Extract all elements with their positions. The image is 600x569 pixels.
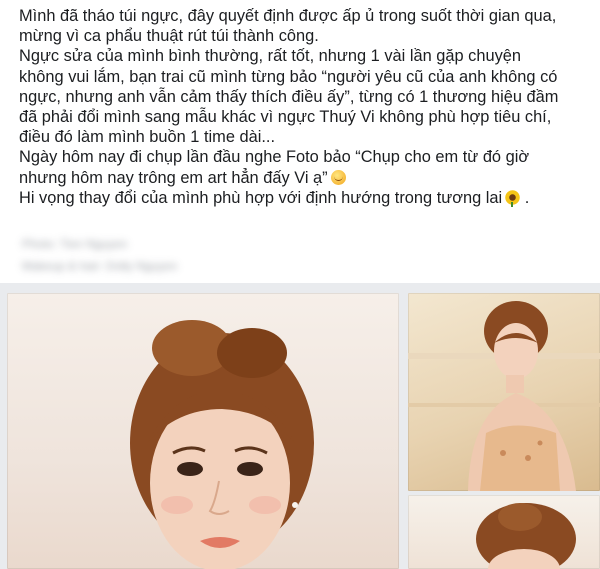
- post-line: ngực, nhưng anh vẫn cảm thấy thích điều …: [19, 87, 559, 106]
- post-line-text: Hi vọng thay đổi của mình phù hợp với đị…: [19, 188, 503, 207]
- post-line: không vui lắm, bạn trai cũ mình từng bảo…: [19, 67, 558, 86]
- post-line: Mình đã tháo túi ngực, đây quyết định đư…: [19, 7, 557, 25]
- sunflower-emoji-icon: [505, 189, 521, 207]
- post-line: mừng vì ca phẩu thuật rút túi thành công…: [19, 27, 319, 46]
- post-line: Ngày hôm nay đi chụp lần đầu nghe Foto b…: [19, 148, 530, 167]
- post-line-with-emoji: nhưng hôm nay trông em art hẳn đấy Vi ạ”: [19, 168, 591, 188]
- post-line-with-emoji: Hi vọng thay đổi của mình phù hợp với đị…: [19, 188, 530, 207]
- post-line: điều đó làm mình buồn 1 time dài...: [19, 128, 276, 147]
- photo-credit[interactable]: Photo: Tien Nguyen: [22, 235, 127, 251]
- portrait-illustration: [130, 320, 314, 569]
- post-line: Ngực sửa của mình bình thường, rất tốt, …: [19, 47, 522, 66]
- portrait-illustration: [408, 301, 600, 491]
- photo-bottom-right[interactable]: [408, 495, 600, 569]
- post-line-text: nhưng hôm nay trông em art hẳn đấy Vi ạ”: [19, 168, 328, 187]
- photo-top-right[interactable]: [408, 293, 600, 491]
- photo-main[interactable]: [7, 293, 399, 569]
- smile-emoji-icon: [330, 169, 346, 185]
- post-body: Mình đã tháo túi ngực, đây quyết định đư…: [19, 6, 591, 208]
- portrait-illustration: [476, 503, 576, 569]
- post-line: đã phải đổi mình sang mẫu khác vì ngực T…: [19, 108, 552, 127]
- makeup-credit[interactable]: Makeup & hair: Dolly Nguyen: [22, 257, 177, 273]
- photo-grid: [0, 283, 600, 569]
